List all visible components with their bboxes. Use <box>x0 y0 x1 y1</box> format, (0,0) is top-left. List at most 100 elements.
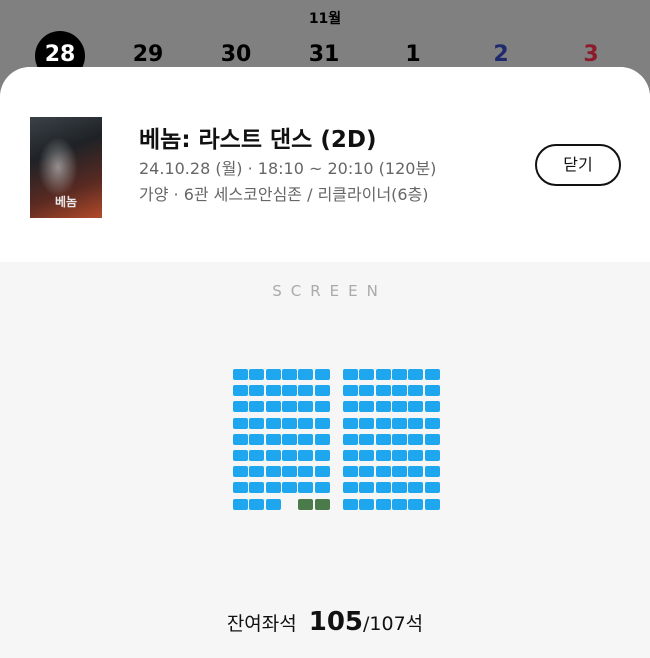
seat-available[interactable] <box>281 482 297 494</box>
seat-available[interactable] <box>281 417 297 429</box>
seat-available[interactable] <box>375 369 391 380</box>
seat-available[interactable] <box>314 385 330 397</box>
seat-available[interactable] <box>314 417 330 429</box>
seat-available[interactable] <box>391 498 407 510</box>
seat-available[interactable] <box>249 385 265 397</box>
seat-available[interactable] <box>359 498 375 510</box>
seat-available[interactable] <box>359 401 375 413</box>
seat-available[interactable] <box>281 450 297 461</box>
seat-available[interactable] <box>408 369 424 380</box>
seat-available[interactable] <box>343 401 358 413</box>
seat-available[interactable] <box>359 433 375 445</box>
seat-available[interactable] <box>424 417 440 429</box>
seat-available[interactable] <box>391 433 407 445</box>
seat-available[interactable] <box>265 369 281 380</box>
seat-available[interactable] <box>408 498 424 510</box>
seat-available[interactable] <box>408 482 424 494</box>
seat-available[interactable] <box>249 450 265 461</box>
seat-available[interactable] <box>233 450 248 461</box>
seat-available[interactable] <box>314 450 330 461</box>
seat-available[interactable] <box>343 466 358 478</box>
seat-available[interactable] <box>424 498 440 510</box>
seat-available[interactable] <box>298 401 314 413</box>
seat-available[interactable] <box>408 433 424 445</box>
seat-available[interactable] <box>375 401 391 413</box>
seat-available[interactable] <box>424 450 440 461</box>
seat-available[interactable] <box>233 369 248 380</box>
seat-available[interactable] <box>424 466 440 478</box>
seat-available[interactable] <box>391 417 407 429</box>
seat-available[interactable] <box>249 482 265 494</box>
seat-available[interactable] <box>265 401 281 413</box>
seat-available[interactable] <box>298 450 314 461</box>
seat-available[interactable] <box>424 385 440 397</box>
seat-available[interactable] <box>265 482 281 494</box>
seat-available[interactable] <box>408 450 424 461</box>
seat-available[interactable] <box>314 369 330 380</box>
seat-available[interactable] <box>424 369 440 380</box>
seat-available[interactable] <box>314 433 330 445</box>
seat-available[interactable] <box>298 466 314 478</box>
seat-available[interactable] <box>391 482 407 494</box>
seat-available[interactable] <box>408 417 424 429</box>
seat-available[interactable] <box>359 466 375 478</box>
seat-available[interactable] <box>233 498 248 510</box>
seat-available[interactable] <box>249 369 265 380</box>
seat-available[interactable] <box>233 482 248 494</box>
seat-available[interactable] <box>249 401 265 413</box>
seat-available[interactable] <box>424 401 440 413</box>
seat-available[interactable] <box>265 417 281 429</box>
seat-available[interactable] <box>375 450 391 461</box>
seat-available[interactable] <box>233 466 248 478</box>
seat-available[interactable] <box>233 417 248 429</box>
seat-available[interactable] <box>343 433 358 445</box>
seat-available[interactable] <box>281 369 297 380</box>
seat-available[interactable] <box>408 466 424 478</box>
seat-available[interactable] <box>233 385 248 397</box>
seat-available[interactable] <box>391 385 407 397</box>
seat-available[interactable] <box>298 482 314 494</box>
seat-available[interactable] <box>343 385 358 397</box>
seat-available[interactable] <box>408 385 424 397</box>
seat-available[interactable] <box>424 482 440 494</box>
seat-available[interactable] <box>375 466 391 478</box>
seat-available[interactable] <box>375 417 391 429</box>
seat-available[interactable] <box>265 385 281 397</box>
seat-available[interactable] <box>391 466 407 478</box>
seat-available[interactable] <box>298 433 314 445</box>
seat-available[interactable] <box>314 466 330 478</box>
seat-available[interactable] <box>249 498 265 510</box>
seat-available[interactable] <box>281 401 297 413</box>
seat-available[interactable] <box>249 417 265 429</box>
seat-available[interactable] <box>359 450 375 461</box>
seat-available[interactable] <box>343 482 358 494</box>
seat-available[interactable] <box>343 450 358 461</box>
seat-available[interactable] <box>408 401 424 413</box>
seat-available[interactable] <box>298 385 314 397</box>
seat-available[interactable] <box>359 369 375 380</box>
seat-available[interactable] <box>298 369 314 380</box>
seat-available[interactable] <box>424 433 440 445</box>
seat-available[interactable] <box>375 433 391 445</box>
seat-available[interactable] <box>265 498 281 510</box>
seat-available[interactable] <box>359 482 375 494</box>
seat-available[interactable] <box>281 466 297 478</box>
seat-available[interactable] <box>298 417 314 429</box>
seat-available[interactable] <box>265 466 281 478</box>
seat-available[interactable] <box>265 433 281 445</box>
seat-available[interactable] <box>281 385 297 397</box>
seat-available[interactable] <box>343 417 358 429</box>
seat-available[interactable] <box>314 482 330 494</box>
seat-available[interactable] <box>391 450 407 461</box>
seat-available[interactable] <box>391 401 407 413</box>
seat-available[interactable] <box>375 498 391 510</box>
seat-available[interactable] <box>314 401 330 413</box>
seat-available[interactable] <box>343 498 358 510</box>
seat-available[interactable] <box>375 482 391 494</box>
seat-available[interactable] <box>249 433 265 445</box>
seat-available[interactable] <box>359 417 375 429</box>
seat-available[interactable] <box>233 433 248 445</box>
seat-available[interactable] <box>281 433 297 445</box>
seat-available[interactable] <box>233 401 248 413</box>
seat-available[interactable] <box>359 385 375 397</box>
